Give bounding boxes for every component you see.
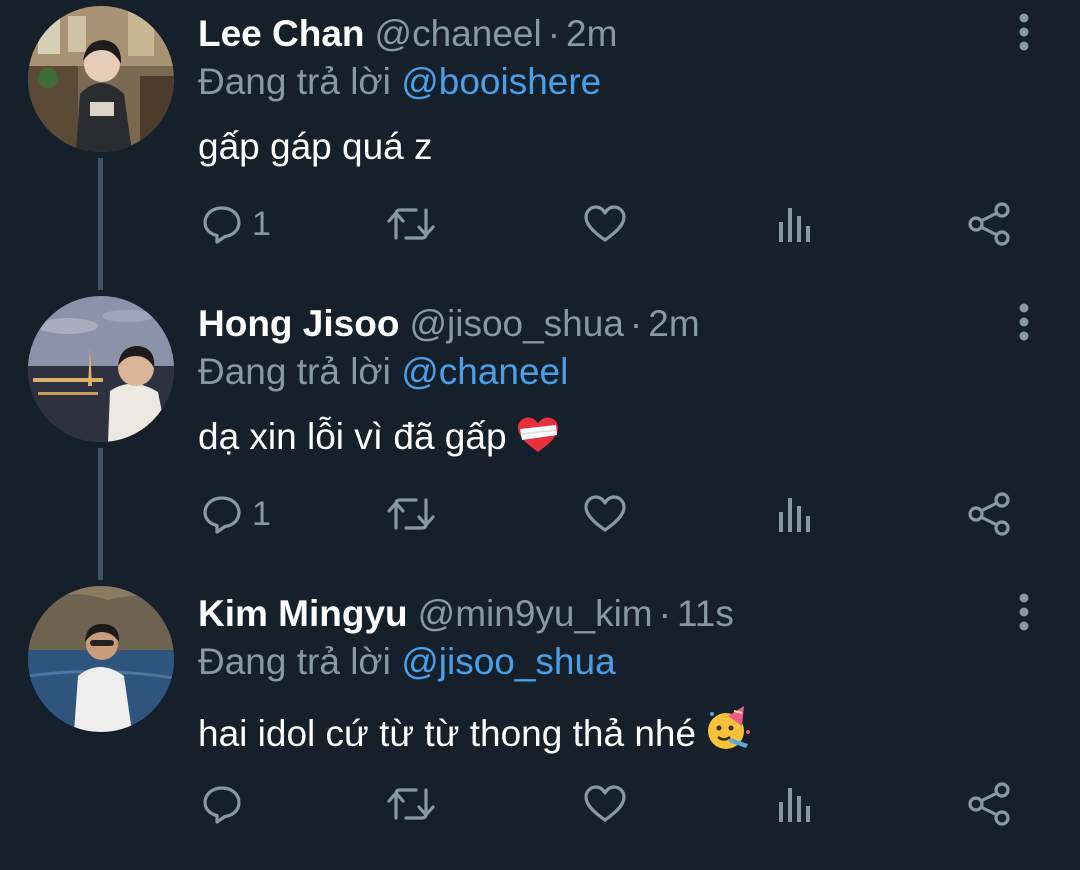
- like-button[interactable]: [582, 780, 628, 828]
- retweet-button[interactable]: [386, 200, 436, 248]
- timestamp[interactable]: 2m: [566, 13, 617, 54]
- mention-link[interactable]: @chaneel: [401, 351, 568, 392]
- tweet-text: dạ xin lỗi vì đã gấp: [198, 414, 561, 466]
- tweet-text: hai idol cứ từ từ thong thả nhé: [198, 704, 752, 763]
- avatar[interactable]: [28, 586, 174, 732]
- share-button[interactable]: [966, 780, 1012, 828]
- reply-button[interactable]: 1: [200, 490, 271, 538]
- replying-to: Đang trả lời @booishere: [198, 60, 601, 104]
- tweet-text-content: dạ xin lỗi vì đã gấp: [198, 416, 507, 457]
- replying-to: Đang trả lời @jisoo_shua: [198, 640, 616, 684]
- mending-heart-emoji: [515, 415, 561, 466]
- retweet-icon: [387, 788, 435, 820]
- replying-to-label: Đang trả lời: [198, 61, 391, 102]
- share-button[interactable]: [966, 200, 1012, 248]
- analytics-icon: [779, 788, 810, 822]
- display-name[interactable]: Lee Chan: [198, 13, 365, 54]
- separator-dot: ·: [547, 13, 561, 54]
- share-icon: [968, 492, 1010, 536]
- tweet-actions: 1: [0, 490, 1080, 538]
- analytics-icon: [779, 498, 810, 532]
- reply-button[interactable]: 1: [200, 200, 271, 248]
- view-stats-button[interactable]: [776, 200, 816, 248]
- tweet-text: gấp gáp quá z: [198, 124, 433, 170]
- replying-to: Đang trả lời @chaneel: [198, 350, 568, 394]
- separator-dot: ·: [658, 593, 671, 634]
- retweet-icon: [387, 208, 435, 240]
- timestamp[interactable]: 2m: [648, 303, 699, 344]
- tweet-actions: [0, 780, 1080, 828]
- tweet-text-content: hai idol cứ từ từ thong thả nhé: [198, 713, 697, 754]
- mention-link[interactable]: @jisoo_shua: [401, 641, 615, 682]
- reply-icon: [203, 206, 241, 244]
- reply-icon: [203, 496, 241, 534]
- tweet[interactable]: Kim Mingyu @min9yu_kim · 11s Đang trả lời @…: [0, 580, 1080, 870]
- user-handle[interactable]: @min9yu_kim: [418, 593, 653, 634]
- retweet-icon: [387, 498, 435, 530]
- more-options-icon[interactable]: [1012, 302, 1036, 342]
- replying-to-label: Đang trả lời: [198, 641, 391, 682]
- share-icon: [968, 782, 1010, 826]
- more-options-icon[interactable]: [1012, 592, 1036, 632]
- reply-count: 1: [252, 495, 271, 533]
- reply-button[interactable]: [200, 780, 252, 828]
- tweet-text-content: gấp gáp quá z: [198, 126, 433, 167]
- share-icon: [968, 202, 1010, 246]
- timestamp[interactable]: 11s: [677, 593, 734, 634]
- reply-count: 1: [252, 205, 271, 243]
- tweet-actions: 1: [0, 200, 1080, 248]
- display-name[interactable]: Kim Mingyu: [198, 593, 408, 634]
- heart-icon: [584, 205, 626, 242]
- reply-icon: [203, 786, 241, 824]
- tweet-header: Kim Mingyu @min9yu_kim · 11s: [198, 592, 734, 636]
- user-handle[interactable]: @jisoo_shua: [409, 303, 623, 344]
- retweet-button[interactable]: [386, 780, 436, 828]
- retweet-button[interactable]: [386, 490, 436, 538]
- more-options-icon[interactable]: [1012, 12, 1036, 52]
- display-name[interactable]: Hong Jisoo: [198, 303, 399, 344]
- heart-icon: [584, 495, 626, 532]
- heart-icon: [584, 785, 626, 822]
- tweet[interactable]: Hong Jisoo @jisoo_shua · 2m Đang trả lời @c…: [0, 290, 1080, 580]
- partying-face-emoji: [704, 704, 752, 763]
- replying-to-label: Đang trả lời: [198, 351, 391, 392]
- tweet[interactable]: Lee Chan @chaneel · 2m Đang trả lời @booish…: [0, 0, 1080, 290]
- view-stats-button[interactable]: [776, 490, 816, 538]
- tweet-header: Lee Chan @chaneel · 2m: [198, 12, 617, 56]
- user-handle[interactable]: @chaneel: [375, 13, 542, 54]
- tweet-header: Hong Jisoo @jisoo_shua · 2m: [198, 302, 700, 346]
- mention-link[interactable]: @booishere: [401, 61, 601, 102]
- like-button[interactable]: [582, 490, 628, 538]
- like-button[interactable]: [582, 200, 628, 248]
- analytics-icon: [779, 208, 810, 242]
- avatar[interactable]: [28, 6, 174, 152]
- avatar[interactable]: [28, 296, 174, 442]
- view-stats-button[interactable]: [776, 780, 816, 828]
- share-button[interactable]: [966, 490, 1012, 538]
- separator-dot: ·: [629, 303, 643, 344]
